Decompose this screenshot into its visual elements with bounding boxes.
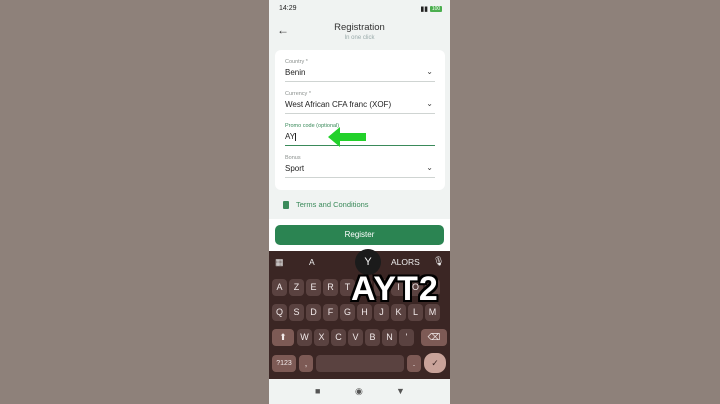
register-button[interactable]: Register bbox=[275, 225, 444, 245]
back-icon[interactable]: ▼ bbox=[396, 386, 405, 396]
status-bar: 14:29 ▮▮ 100 bbox=[269, 0, 450, 18]
key-q[interactable]: Q bbox=[272, 304, 287, 321]
key-z[interactable]: Z bbox=[289, 279, 304, 296]
country-label: Country * bbox=[285, 59, 308, 65]
bonus-select[interactable]: Bonus Sport ⌄ bbox=[285, 155, 435, 178]
terms-link[interactable]: Terms and Conditions bbox=[283, 200, 369, 210]
apps-grid-icon[interactable]: ▦ bbox=[275, 257, 284, 268]
period-key[interactable]: . bbox=[407, 355, 421, 372]
recents-icon[interactable]: ■ bbox=[315, 386, 320, 396]
currency-value: West African CFA franc (XOF) bbox=[285, 100, 392, 109]
text-cursor bbox=[295, 132, 297, 141]
country-value: Benin bbox=[285, 68, 306, 77]
key-r[interactable]: R bbox=[323, 279, 338, 296]
suggestion-1[interactable]: A bbox=[309, 257, 315, 267]
key-x[interactable]: X bbox=[314, 329, 329, 346]
key-f[interactable]: F bbox=[323, 304, 338, 321]
chevron-down-icon: ⌄ bbox=[426, 99, 433, 108]
check-icon: ✓ bbox=[431, 358, 439, 368]
bonus-value: Sport bbox=[285, 164, 305, 173]
microphone-icon[interactable]: 🎙 bbox=[433, 256, 444, 267]
backspace-key[interactable]: ⌫ bbox=[421, 329, 447, 346]
chevron-down-icon: ⌄ bbox=[426, 67, 433, 76]
home-icon[interactable]: ◉ bbox=[355, 386, 363, 397]
key-c[interactable]: C bbox=[331, 329, 346, 346]
enter-key[interactable]: ✓ bbox=[424, 353, 446, 373]
bonus-label: Bonus bbox=[285, 155, 301, 161]
key-s[interactable]: S bbox=[289, 304, 304, 321]
page-subtitle: In one click bbox=[344, 35, 375, 41]
header: ← Registration In one click bbox=[269, 18, 450, 46]
terms-label: Terms and Conditions bbox=[296, 200, 369, 209]
battery-icon: 100 bbox=[430, 6, 442, 13]
shift-key[interactable]: ⬆ bbox=[272, 329, 294, 346]
key-d[interactable]: D bbox=[306, 304, 321, 321]
comma-key[interactable]: , bbox=[299, 355, 313, 372]
navigation-bar: ■ ◉ ▼ bbox=[269, 379, 450, 404]
key-a[interactable]: A bbox=[272, 279, 287, 296]
signal-icon: ▮▮ bbox=[420, 6, 429, 13]
document-icon bbox=[283, 201, 289, 210]
status-icons: ▮▮ 100 bbox=[420, 5, 442, 13]
key-b[interactable]: B bbox=[365, 329, 380, 346]
overlay-caption: AYT2 bbox=[351, 270, 439, 308]
status-time: 14:29 bbox=[279, 5, 297, 12]
key-e[interactable]: E bbox=[306, 279, 321, 296]
currency-select[interactable]: Currency * West African CFA franc (XOF) … bbox=[285, 91, 435, 114]
promo-code-value-wrap: AY bbox=[285, 132, 297, 141]
country-select[interactable]: Country * Benin ⌄ bbox=[285, 59, 435, 82]
key-w[interactable]: W bbox=[297, 329, 312, 346]
key-apostrophe[interactable]: ' bbox=[399, 329, 414, 346]
suggestion-3[interactable]: ALORS bbox=[391, 257, 420, 267]
key-n[interactable]: N bbox=[382, 329, 397, 346]
annotation-arrow-icon bbox=[328, 127, 366, 147]
space-key[interactable] bbox=[316, 355, 404, 372]
key-v[interactable]: V bbox=[348, 329, 363, 346]
symbols-key[interactable]: ?123 bbox=[272, 355, 296, 372]
backspace-icon: ⌫ bbox=[427, 332, 441, 342]
registration-form: Country * Benin ⌄ Currency * West Africa… bbox=[275, 50, 445, 190]
promo-code-value: AY bbox=[285, 132, 296, 141]
currency-label: Currency * bbox=[285, 91, 311, 97]
shift-icon: ⬆ bbox=[279, 332, 287, 342]
page-title: Registration bbox=[334, 22, 385, 33]
chevron-down-icon: ⌄ bbox=[426, 163, 433, 172]
